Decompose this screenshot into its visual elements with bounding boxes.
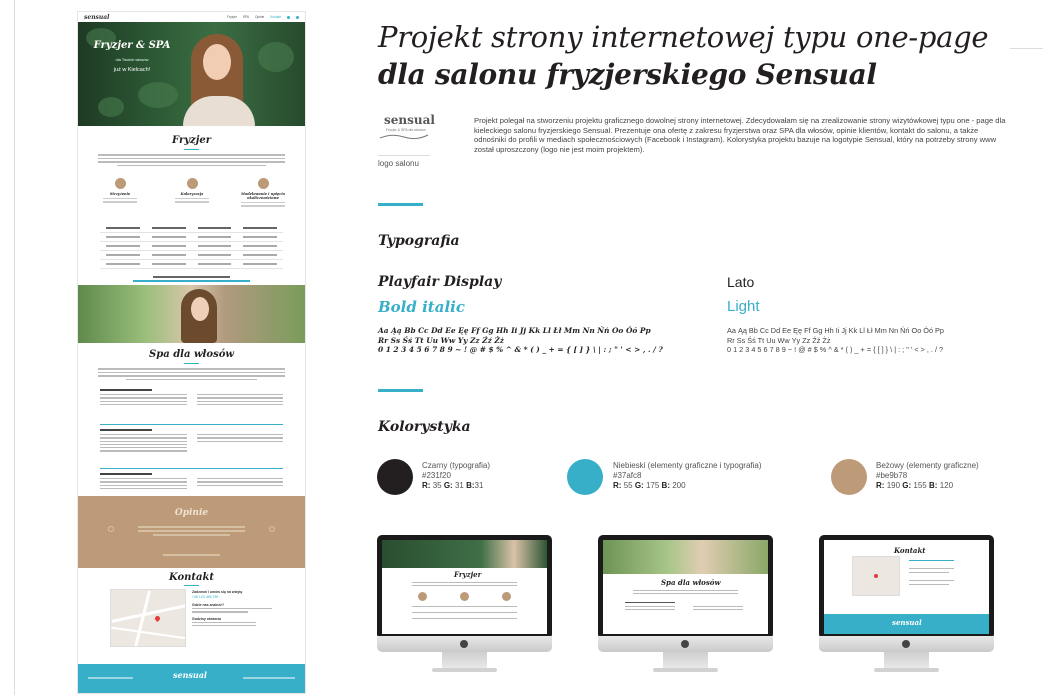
spa-paragraph <box>98 368 285 382</box>
logo-wordmark: sensual <box>384 113 435 127</box>
mockup2-heading: Spa dla włosów <box>661 578 721 587</box>
imac-mockup-fryzjer: Fryzjer <box>377 535 552 675</box>
map-pin-icon <box>153 614 162 623</box>
mockup3-footer-logo: sensual <box>892 618 922 627</box>
footer-logo: sensual <box>173 670 207 680</box>
section-title-kontakt: Kontakt <box>168 572 215 583</box>
preview-footer: sensual <box>78 664 305 693</box>
hero-tagline: dla Twoich włosów <box>115 57 149 62</box>
feature-koloryzacja: Koloryzacja <box>172 178 212 205</box>
swatch-beige-info: Beżowy (elementy graficzne) #be9b78 R: 1… <box>876 461 979 490</box>
font1-sample: Aa Ąą Bb Cc Dd Ee Ęę Ff Gg Hh Ii Jj Kk L… <box>378 326 663 354</box>
opinions-section: Opinie <box>78 496 305 568</box>
right-divider <box>1010 48 1043 49</box>
contact-call-label: Zadzwoń i umów się na wizytę <box>192 590 243 594</box>
fryzjer-paragraph <box>98 154 285 168</box>
accent-bar <box>378 389 423 392</box>
left-divider <box>14 0 15 695</box>
prev-arrow-icon[interactable] <box>108 526 114 532</box>
spa-menu-block-2 <box>100 429 283 454</box>
section-title-fryzjer: Fryzjer <box>172 135 211 146</box>
imac-mockup-kontakt: Kontakt sensual <box>819 535 994 675</box>
font1-name: Playfair Display <box>378 274 502 290</box>
section-title-opinie: Opinie <box>174 508 209 518</box>
apple-icon <box>681 640 689 648</box>
mockup1-heading: Fryzjer <box>454 570 482 579</box>
preview-nav-logo[interactable]: sensual <box>84 14 221 21</box>
hero-location: już w Kielcach! <box>113 67 151 73</box>
preview-nav-item-spa[interactable]: SPA <box>243 15 249 19</box>
section-title-spa: Spa dla włosów <box>149 349 234 360</box>
price-note-link[interactable] <box>133 280 250 282</box>
contact-where-label: Gdzie nas znaleźć? <box>192 603 225 607</box>
contact-phone[interactable]: +48 123 456 789 <box>192 595 272 599</box>
accent-bar <box>378 203 423 206</box>
hero-title: Fryzjer & SPA <box>93 40 171 51</box>
swatch-black <box>377 459 413 495</box>
page-title-line2: dla salonu fryzjerskiego Sensual <box>378 58 877 91</box>
apple-icon <box>902 640 910 648</box>
spa-menu-block-3 <box>100 473 283 491</box>
spa-menu-block-1 <box>100 389 283 407</box>
swatch-black-info: Czarny (typografia) #231f20 R: 35 G: 31 … <box>422 461 491 490</box>
presentation-board: sensual Fryzjer SPA Opinie Kontakt Fryzj… <box>0 0 1043 695</box>
page-title-line1: Projekt strony internetowej typu one-pag… <box>378 20 989 54</box>
contact-details: Zadzwoń i umów się na wizytę +48 123 456… <box>192 590 272 628</box>
scissors-icon <box>114 178 126 189</box>
logo-swoosh-icon <box>379 134 429 140</box>
preview-hero: Fryzjer & SPA dla Twoich włosów już w Ki… <box>78 22 305 126</box>
price-table <box>100 224 283 269</box>
feature-modelowanie: Modelowanie i upięcia okolicznościowe <box>238 178 288 209</box>
preview-nav-item-fryzjer[interactable]: Fryzjer <box>227 15 237 19</box>
font1-style: Bold italic <box>378 298 465 316</box>
swatch-blue-info: Niebieski (elementy graficzne i typograf… <box>613 461 762 490</box>
facebook-icon[interactable] <box>287 15 290 19</box>
font2-name: Lato <box>727 274 755 290</box>
preview-nav-item-kontakt[interactable]: Kontakt <box>270 15 281 19</box>
logo-caption: logo salonu <box>378 159 419 168</box>
hairdryer-icon <box>257 178 269 189</box>
spa-photo <box>78 285 305 343</box>
section-heading-typografia: Typografia <box>378 233 460 249</box>
swatch-blue <box>567 459 603 495</box>
section-underline <box>184 149 199 150</box>
contact-hours-label: Godziny otwarcia <box>192 616 221 621</box>
mockup3-heading: Kontakt <box>894 546 926 555</box>
apple-icon <box>460 640 468 648</box>
section-heading-kolorystyka: Kolorystyka <box>378 419 471 435</box>
feature-strzyzenie: Strzyżenie <box>100 178 140 205</box>
font2-sample: Aa Ąą Bb Cc Dd Ee Ęę Ff Gg Hh Ii Jj Kk L… <box>727 326 944 354</box>
imac-mockup-spa: Spa dla włosów <box>598 535 773 675</box>
swatch-beige <box>831 459 867 495</box>
salon-logo: sensual Fryzjer & SPA dla włosów <box>378 113 435 145</box>
contact-map[interactable] <box>110 589 186 647</box>
onepage-preview: sensual Fryzjer SPA Opinie Kontakt Fryzj… <box>78 12 305 693</box>
brush-icon <box>186 178 198 189</box>
logo-caption-rule <box>378 155 430 156</box>
preview-nav: sensual Fryzjer SPA Opinie Kontakt <box>78 12 305 22</box>
instagram-icon[interactable] <box>296 15 299 19</box>
section-underline <box>184 363 199 364</box>
font2-style: Light <box>727 298 760 315</box>
project-description: Projekt polegał na stworzeniu projektu g… <box>474 116 1006 155</box>
next-arrow-icon[interactable] <box>269 526 275 532</box>
hero-photo <box>183 30 255 126</box>
section-underline <box>184 585 199 586</box>
preview-nav-item-opinie[interactable]: Opinie <box>255 15 264 19</box>
